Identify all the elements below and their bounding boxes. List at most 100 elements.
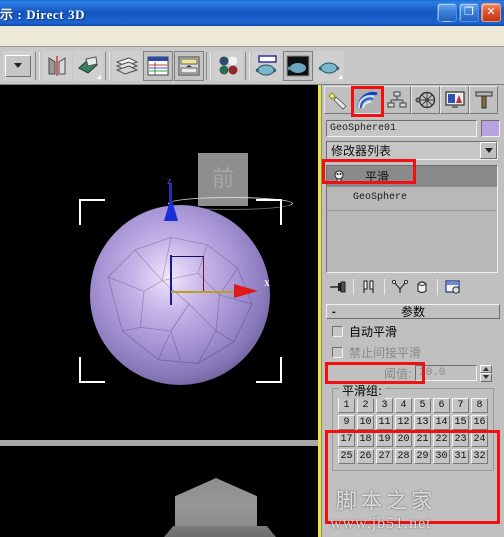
- smoothing-group-button-6[interactable]: 6: [433, 398, 450, 413]
- threshold-row: 阈值: 30.0: [326, 364, 500, 382]
- hierarchy-tab[interactable]: [382, 86, 411, 114]
- layer-manager-button[interactable]: [112, 50, 142, 81]
- gizmo-corner-horizontal: [170, 256, 204, 257]
- smoothing-group-button-18[interactable]: 18: [357, 432, 374, 447]
- stack-toolbar-separator: [353, 279, 354, 295]
- rendered-frame-window-button[interactable]: [283, 50, 313, 81]
- smoothing-group-button-28[interactable]: 28: [395, 449, 412, 464]
- selection-bracket-top-left: [79, 199, 105, 225]
- prevent-indirect-checkbox: [332, 347, 343, 358]
- material-editor-button[interactable]: [213, 50, 243, 81]
- modifier-list-arrow-button[interactable]: [480, 142, 497, 159]
- smoothing-group-button-8[interactable]: 8: [471, 398, 488, 413]
- modifier-stack-item-smooth[interactable]: 平滑: [327, 166, 497, 187]
- object-name-field[interactable]: GeoSphere01: [326, 119, 477, 137]
- modifier-stack-item-base[interactable]: GeoSphere: [327, 187, 497, 208]
- align-button[interactable]: [73, 50, 103, 81]
- smoothing-group-button-4[interactable]: 4: [395, 398, 412, 413]
- gizmo-x-arrow[interactable]: [234, 284, 258, 298]
- smoothing-group-button-14[interactable]: 14: [433, 415, 450, 430]
- smoothing-group-button-19[interactable]: 19: [376, 432, 393, 447]
- parameters-rollout-header[interactable]: - 参数: [326, 304, 500, 319]
- smoothing-group-button-24[interactable]: 24: [471, 432, 488, 447]
- object-color-swatch[interactable]: [481, 119, 500, 137]
- smoothing-group-button-17[interactable]: 17: [338, 432, 355, 447]
- smoothing-group-button-11[interactable]: 11: [376, 415, 393, 430]
- application-window: 示 : Direct 3D _ ❐ ✕ 前 Z X GeoSphere01 修改…: [0, 0, 504, 537]
- lightbulb-icon[interactable]: [331, 170, 347, 184]
- smoothing-group-button-1[interactable]: 1: [338, 398, 355, 413]
- menu-bar[interactable]: [0, 26, 504, 47]
- threshold-label: 阈值:: [383, 366, 412, 381]
- smoothing-group-button-2[interactable]: 2: [357, 398, 374, 413]
- render-setup-button[interactable]: [252, 50, 282, 81]
- hierarchy-icon: [387, 91, 406, 108]
- smoothing-group-button-16[interactable]: 16: [471, 415, 488, 430]
- smoothing-group-button-3[interactable]: 3: [376, 398, 393, 413]
- modifier-stack: 平滑 GeoSphere: [326, 165, 498, 273]
- minimize-button[interactable]: _: [437, 3, 457, 22]
- close-button[interactable]: ✕: [481, 3, 501, 22]
- prevent-indirect-label: 禁止间接平滑: [349, 346, 422, 360]
- modifier-list-dropdown[interactable]: 修改器列表: [326, 141, 498, 160]
- smoothing-group-button-29[interactable]: 29: [414, 449, 431, 464]
- restore-button[interactable]: ❐: [459, 3, 479, 22]
- front-viewport[interactable]: [0, 446, 318, 537]
- flyout-corner-icon: [97, 74, 101, 79]
- modify-tab[interactable]: [353, 86, 382, 114]
- display-tab[interactable]: [440, 86, 469, 114]
- smoothing-group-button-21[interactable]: 21: [414, 432, 431, 447]
- smoothing-group-button-20[interactable]: 20: [395, 432, 412, 447]
- smoothing-group-button-5[interactable]: 5: [414, 398, 431, 413]
- smoothing-group-button-31[interactable]: 31: [452, 449, 469, 464]
- curve-editor-button[interactable]: [143, 50, 173, 81]
- rollout-toggle[interactable]: -: [332, 306, 336, 318]
- smoothing-group-button-26[interactable]: 26: [357, 449, 374, 464]
- motion-tab[interactable]: [411, 86, 440, 114]
- perspective-viewport[interactable]: 前 Z X: [0, 85, 318, 440]
- smoothing-group-button-22[interactable]: 22: [433, 432, 450, 447]
- smoothing-group-button-32[interactable]: 32: [471, 449, 488, 464]
- gray-mesh-base: [155, 526, 285, 537]
- smoothing-group-button-10[interactable]: 10: [357, 415, 374, 430]
- smoothing-group-label: 平滑组:: [339, 382, 386, 399]
- spinner-up-button[interactable]: [480, 364, 492, 373]
- smoothing-group-button-23[interactable]: 23: [452, 432, 469, 447]
- pin-stack-button[interactable]: [328, 277, 348, 297]
- auto-smooth-checkbox[interactable]: [332, 326, 343, 337]
- star-icon: [328, 92, 347, 110]
- smoothing-group-button-27[interactable]: 27: [376, 449, 393, 464]
- show-end-result-button[interactable]: [359, 277, 379, 297]
- spinner-down-button[interactable]: [480, 373, 492, 382]
- smoothing-group-button-9[interactable]: 9: [338, 415, 355, 430]
- schematic-view-button[interactable]: [174, 50, 204, 81]
- mirror-button[interactable]: [42, 50, 72, 81]
- selection-filter-dropdown[interactable]: [3, 50, 33, 81]
- stack-toolbar-separator: [384, 279, 385, 295]
- make-unique-button[interactable]: [390, 277, 410, 297]
- threshold-field[interactable]: 30.0: [415, 365, 477, 381]
- create-tab[interactable]: [324, 86, 353, 114]
- utilities-tab[interactable]: [469, 86, 498, 114]
- title-bar: 示 : Direct 3D _ ❐ ✕: [0, 0, 504, 26]
- modifier-stack-toolbar: [328, 276, 498, 298]
- window-title: 示 : Direct 3D: [0, 6, 86, 22]
- smoothing-group-button-13[interactable]: 13: [414, 415, 431, 430]
- threshold-spinner[interactable]: [480, 364, 492, 382]
- chevron-down-icon: [484, 148, 493, 153]
- remove-modifier-button[interactable]: [412, 277, 432, 297]
- smoothing-group-button-7[interactable]: 7: [452, 398, 469, 413]
- quick-render-button[interactable]: [314, 50, 344, 81]
- smoothing-group-button-12[interactable]: 12: [395, 415, 412, 430]
- configure-modifier-sets-button[interactable]: [443, 277, 463, 297]
- smoothing-group-button-25[interactable]: 25: [338, 449, 355, 464]
- smoothing-group-grid: 1 2 3 4 5 6 7 8 9 10 11 12 13 14 15 16 17 18 19 20 21 22 23 24 2…: [338, 398, 488, 464]
- smoothing-group-button-30[interactable]: 30: [433, 449, 450, 464]
- auto-smooth-row[interactable]: 自动平滑: [326, 323, 500, 340]
- prevent-indirect-row: 禁止间接平滑: [326, 344, 500, 361]
- rendered-frame-window-icon: [286, 55, 310, 76]
- gizmo-z-label: Z: [167, 178, 172, 186]
- selection-bracket-top-right: [256, 199, 282, 225]
- smoothing-group-button-15[interactable]: 15: [452, 415, 469, 430]
- command-panel: GeoSphere01 修改器列表 平滑 GeoSphere - 参数 自动平滑…: [321, 85, 504, 537]
